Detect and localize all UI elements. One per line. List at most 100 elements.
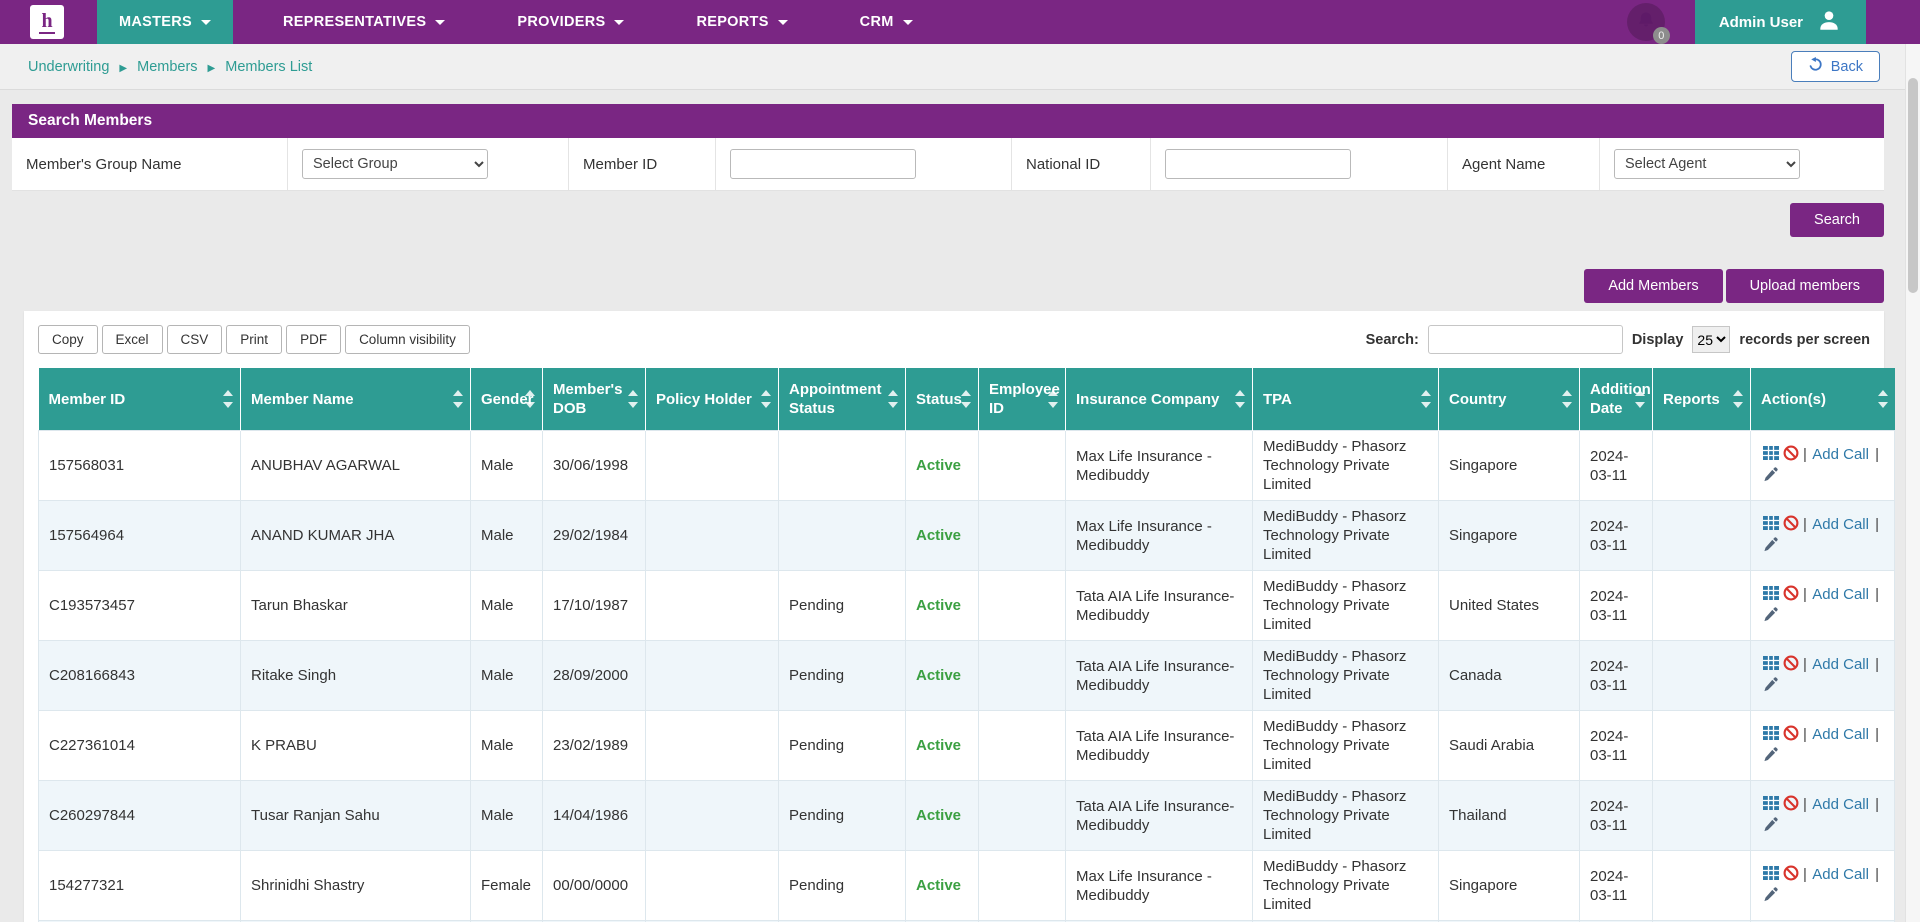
column-header-action-s-[interactable]: Action(s) bbox=[1751, 368, 1895, 431]
cell-member-dob: 14/04/1986 bbox=[543, 781, 646, 851]
sort-icon bbox=[1635, 390, 1645, 408]
action-separator: | bbox=[1803, 446, 1807, 463]
nav-item-providers[interactable]: PROVIDERS bbox=[495, 0, 646, 44]
nav-item-representatives[interactable]: REPRESENTATIVES bbox=[261, 0, 467, 44]
notifications-button[interactable]: 0 bbox=[1627, 3, 1665, 41]
column-header-label: Action(s) bbox=[1761, 391, 1826, 408]
cell-member-dob: 28/09/2000 bbox=[543, 641, 646, 711]
cell-member-dob: 23/02/1989 bbox=[543, 711, 646, 781]
column-header-member-id[interactable]: Member ID bbox=[39, 368, 241, 431]
breadcrumb-item[interactable]: Members bbox=[137, 59, 197, 75]
nav-item-reports[interactable]: REPORTS bbox=[674, 0, 809, 44]
cell-member-dob: 30/06/1998 bbox=[543, 431, 646, 501]
search-form: Member's Group Name Select Group Member … bbox=[12, 138, 1884, 191]
cell-reports bbox=[1653, 851, 1751, 921]
nav-item-masters[interactable]: MASTERS bbox=[97, 0, 233, 44]
pdf-button[interactable]: PDF bbox=[286, 325, 341, 354]
block-member-icon[interactable] bbox=[1783, 655, 1799, 676]
member-details-icon[interactable] bbox=[1763, 445, 1779, 466]
nav-item-crm[interactable]: CRM bbox=[838, 0, 935, 44]
breadcrumb-item[interactable]: Members List bbox=[225, 59, 312, 75]
column-header-member-name[interactable]: Member Name bbox=[241, 368, 471, 431]
add-call-link[interactable]: Add Call bbox=[1812, 866, 1869, 883]
edit-icon[interactable] bbox=[1763, 817, 1778, 837]
cell-status: Active bbox=[906, 851, 979, 921]
user-icon bbox=[1816, 7, 1842, 37]
table-row: 157564964ANAND KUMAR JHAMale29/02/1984Ac… bbox=[39, 501, 1895, 571]
column-header-country[interactable]: Country bbox=[1439, 368, 1580, 431]
sort-icon bbox=[453, 390, 463, 408]
block-member-icon[interactable] bbox=[1783, 585, 1799, 606]
add-call-link[interactable]: Add Call bbox=[1812, 656, 1869, 673]
block-member-icon[interactable] bbox=[1783, 445, 1799, 466]
cell-status: Active bbox=[906, 431, 979, 501]
cell-employee-id bbox=[979, 571, 1066, 641]
action-separator: | bbox=[1875, 586, 1879, 603]
member-details-icon[interactable] bbox=[1763, 515, 1779, 536]
table-search-input[interactable] bbox=[1428, 325, 1623, 354]
column-header-insurance-company[interactable]: Insurance Company bbox=[1066, 368, 1253, 431]
member-details-icon[interactable] bbox=[1763, 795, 1779, 816]
cell-addition-date: 2024-03-11 bbox=[1580, 641, 1653, 711]
member-details-icon[interactable] bbox=[1763, 865, 1779, 886]
display-count-select[interactable]: 25 bbox=[1692, 326, 1730, 353]
csv-button[interactable]: CSV bbox=[167, 325, 223, 354]
print-button[interactable]: Print bbox=[226, 325, 282, 354]
column-header-gender[interactable]: Gender bbox=[471, 368, 543, 431]
add-call-link[interactable]: Add Call bbox=[1812, 446, 1869, 463]
block-member-icon[interactable] bbox=[1783, 725, 1799, 746]
edit-icon[interactable] bbox=[1763, 677, 1778, 697]
action-separator: | bbox=[1803, 726, 1807, 743]
member-details-icon[interactable] bbox=[1763, 725, 1779, 746]
block-member-icon[interactable] bbox=[1783, 515, 1799, 536]
edit-icon[interactable] bbox=[1763, 607, 1778, 627]
group-select[interactable]: Select Group bbox=[302, 149, 488, 179]
column-header-addition-date[interactable]: Addition Date bbox=[1580, 368, 1653, 431]
upload-members-button[interactable]: Upload members bbox=[1726, 269, 1884, 303]
vertical-scrollbar[interactable] bbox=[1905, 44, 1920, 922]
sort-icon bbox=[1235, 390, 1245, 408]
edit-icon[interactable] bbox=[1763, 537, 1778, 557]
sort-icon bbox=[525, 390, 535, 408]
member-details-icon[interactable] bbox=[1763, 655, 1779, 676]
column-header-member-s-dob[interactable]: Member's DOB bbox=[543, 368, 646, 431]
national-id-input[interactable] bbox=[1165, 149, 1351, 179]
edit-icon[interactable] bbox=[1763, 887, 1778, 907]
breadcrumb-item[interactable]: Underwriting bbox=[28, 59, 109, 75]
edit-icon[interactable] bbox=[1763, 467, 1778, 487]
add-call-link[interactable]: Add Call bbox=[1812, 586, 1869, 603]
column-header-tpa[interactable]: TPA bbox=[1253, 368, 1439, 431]
column-header-reports[interactable]: Reports bbox=[1653, 368, 1751, 431]
user-menu-button[interactable]: Admin User bbox=[1695, 0, 1866, 44]
add-call-link[interactable]: Add Call bbox=[1812, 516, 1869, 533]
edit-icon[interactable] bbox=[1763, 747, 1778, 767]
block-member-icon[interactable] bbox=[1783, 865, 1799, 886]
scrollbar-thumb[interactable] bbox=[1908, 78, 1918, 293]
app-logo[interactable]: h bbox=[30, 5, 64, 39]
column-visibility-button[interactable]: Column visibility bbox=[345, 325, 470, 354]
column-header-status[interactable]: Status bbox=[906, 368, 979, 431]
member-id-input[interactable] bbox=[730, 149, 916, 179]
add-call-link[interactable]: Add Call bbox=[1812, 726, 1869, 743]
agent-select[interactable]: Select Agent bbox=[1614, 149, 1800, 179]
back-button[interactable]: Back bbox=[1791, 51, 1880, 82]
cell-appointment-status: Pending bbox=[779, 641, 906, 711]
excel-button[interactable]: Excel bbox=[102, 325, 163, 354]
sort-icon bbox=[888, 390, 898, 408]
cell-country: Singapore bbox=[1439, 501, 1580, 571]
chevron-down-icon bbox=[778, 20, 788, 25]
block-member-icon[interactable] bbox=[1783, 795, 1799, 816]
column-header-policy-holder[interactable]: Policy Holder bbox=[646, 368, 779, 431]
members-table: Member IDMember NameGenderMember's DOBPo… bbox=[38, 368, 1895, 922]
copy-button[interactable]: Copy bbox=[38, 325, 98, 354]
column-header-appointment-status[interactable]: Appointment Status bbox=[779, 368, 906, 431]
sort-icon bbox=[1562, 390, 1572, 408]
add-members-button[interactable]: Add Members bbox=[1584, 269, 1722, 303]
column-header-employee-id[interactable]: Employee ID bbox=[979, 368, 1066, 431]
cell-member-name: Tarun Bhaskar bbox=[241, 571, 471, 641]
search-button[interactable]: Search bbox=[1790, 203, 1884, 237]
add-call-link[interactable]: Add Call bbox=[1812, 796, 1869, 813]
member-details-icon[interactable] bbox=[1763, 585, 1779, 606]
group-select-cell: Select Group bbox=[288, 138, 569, 190]
table-toolbar: CopyExcelCSVPrintPDFColumn visibility Se… bbox=[38, 325, 1870, 354]
